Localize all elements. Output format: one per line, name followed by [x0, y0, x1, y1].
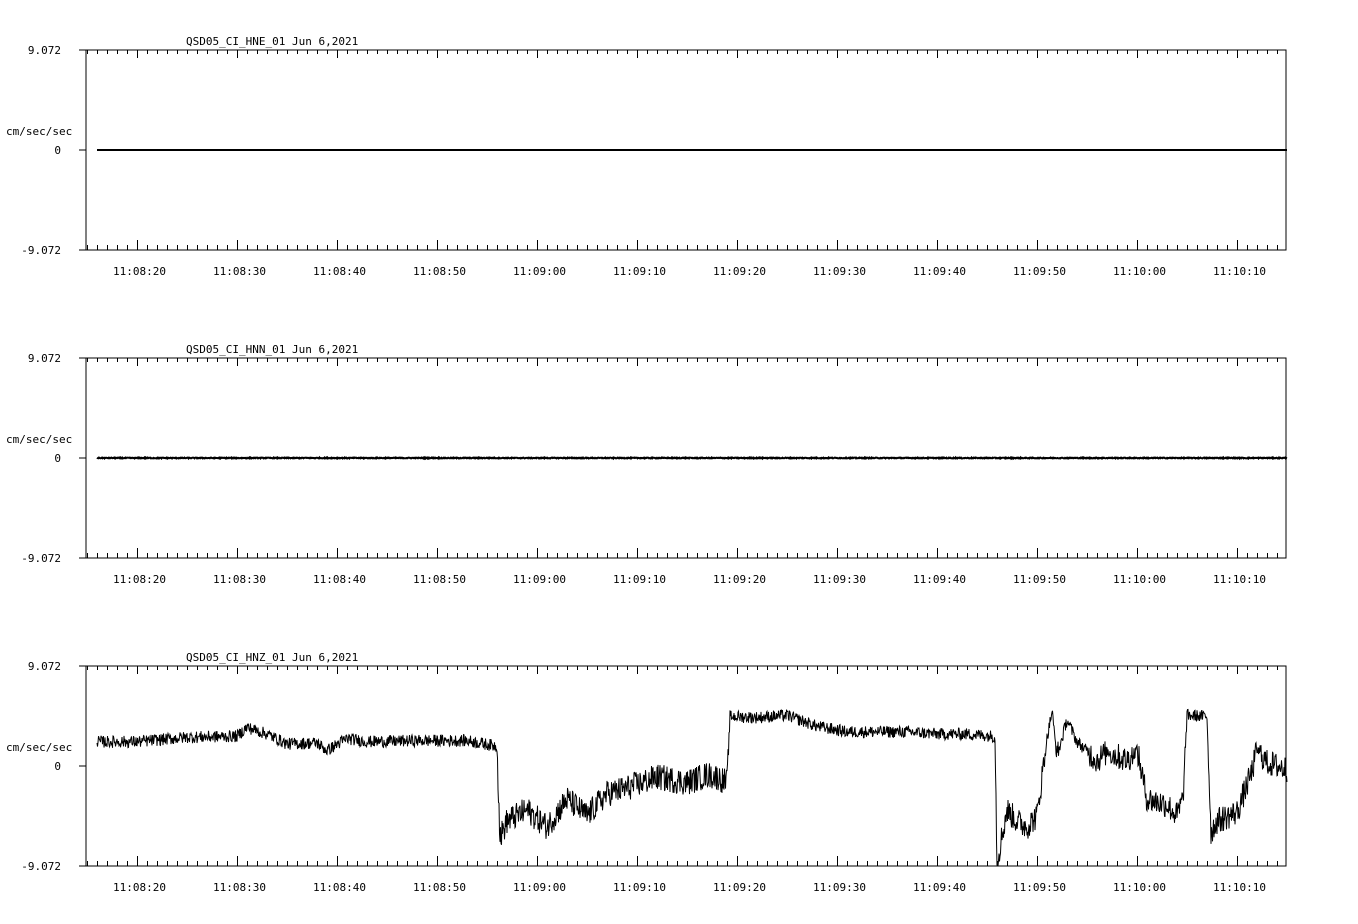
y-tick-label-1-2: -9.072 — [21, 552, 61, 565]
y-tick-label-1-1: 0 — [54, 452, 61, 465]
y-tick-label-0-0: 9.072 — [28, 44, 61, 57]
plot-title-1: QSD05_CI_HNN_01 Jun 6,2021 — [186, 343, 358, 356]
y-axis-label-1: cm/sec/sec — [6, 433, 72, 446]
x-tick-label-2-8: 11:09:40 — [913, 881, 966, 894]
x-tick-label-1-11: 11:10:10 — [1213, 573, 1266, 586]
x-tick-label-2-1: 11:08:30 — [213, 881, 266, 894]
y-tick-label-2-1: 0 — [54, 760, 61, 773]
trace-line-1-0 — [96, 455, 1288, 461]
x-tick-label-1-9: 11:09:50 — [1013, 573, 1066, 586]
x-tick-label-0-4: 11:09:00 — [513, 265, 566, 278]
x-tick-label-2-9: 11:09:50 — [1013, 881, 1066, 894]
x-tick-label-2-10: 11:10:00 — [1113, 881, 1166, 894]
y-tick-label-0-1: 0 — [54, 144, 61, 157]
y-tick-label-1-0: 9.072 — [28, 352, 61, 365]
x-tick-label-1-1: 11:08:30 — [213, 573, 266, 586]
plot-title-2: QSD05_CI_HNZ_01 Jun 6,2021 — [186, 651, 358, 664]
x-tick-label-1-10: 11:10:00 — [1113, 573, 1166, 586]
x-tick-label-2-6: 11:09:20 — [713, 881, 766, 894]
x-tick-label-1-3: 11:08:50 — [413, 573, 466, 586]
x-tick-label-0-7: 11:09:30 — [813, 265, 866, 278]
y-axis-label-2: cm/sec/sec — [6, 741, 72, 754]
seismogram-plots: QSD05_CI_HNE_01 Jun 6,2021 9.072 0 -9.072 cm… — [6, 35, 1288, 894]
x-tick-label-1-4: 11:09:00 — [513, 573, 566, 586]
x-tick-label-2-0: 11:08:20 — [113, 881, 166, 894]
x-tick-label-0-3: 11:08:50 — [413, 265, 466, 278]
y-tick-label-2-2: -9.072 — [21, 860, 61, 873]
x-tick-label-1-2: 11:08:40 — [313, 573, 366, 586]
x-tick-label-0-1: 11:08:30 — [213, 265, 266, 278]
x-tick-label-1-7: 11:09:30 — [813, 573, 866, 586]
x-tick-label-2-7: 11:09:30 — [813, 881, 866, 894]
x-tick-label-0-11: 11:10:10 — [1213, 265, 1266, 278]
x-tick-label-1-0: 11:08:20 — [113, 573, 166, 586]
x-tick-label-2-11: 11:10:10 — [1213, 881, 1266, 894]
plot-frame-2 — [85, 665, 1287, 867]
x-tick-label-0-0: 11:08:20 — [113, 265, 166, 278]
x-tick-label-0-9: 11:09:50 — [1013, 265, 1066, 278]
x-tick-label-0-10: 11:10:00 — [1113, 265, 1166, 278]
y-tick-label-2-0: 9.072 — [28, 660, 61, 673]
trace-line-2-0 — [96, 708, 1288, 867]
x-tick-label-2-3: 11:08:50 — [413, 881, 466, 894]
x-tick-label-0-5: 11:09:10 — [613, 265, 666, 278]
x-tick-label-0-6: 11:09:20 — [713, 265, 766, 278]
x-tick-label-2-5: 11:09:10 — [613, 881, 666, 894]
x-tick-label-1-5: 11:09:10 — [613, 573, 666, 586]
y-tick-label-0-2: -9.072 — [21, 244, 61, 257]
x-tick-label-0-2: 11:08:40 — [313, 265, 366, 278]
x-tick-label-1-8: 11:09:40 — [913, 573, 966, 586]
x-tick-label-0-8: 11:09:40 — [913, 265, 966, 278]
x-tick-label-2-2: 11:08:40 — [313, 881, 366, 894]
y-axis-label-0: cm/sec/sec — [6, 125, 72, 138]
plot-title-0: QSD05_CI_HNE_01 Jun 6,2021 — [186, 35, 358, 48]
x-tick-label-2-4: 11:09:00 — [513, 881, 566, 894]
x-tick-label-1-6: 11:09:20 — [713, 573, 766, 586]
